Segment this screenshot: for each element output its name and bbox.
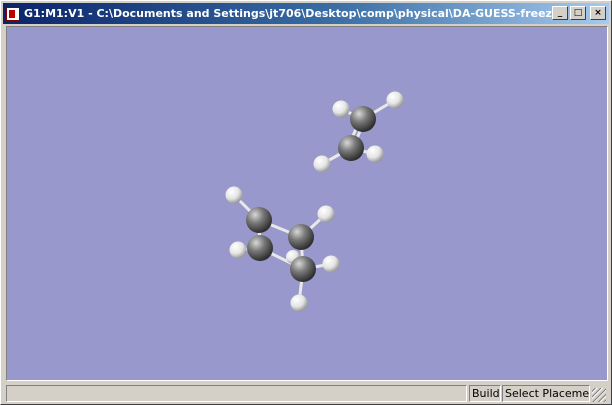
resize-grip-icon[interactable] bbox=[592, 388, 606, 402]
status-bar: Build Select Placement bbox=[6, 385, 608, 402]
maximize-button[interactable]: □ bbox=[570, 6, 586, 20]
hydrogen-atom[interactable] bbox=[366, 145, 384, 163]
carbon-atom[interactable] bbox=[247, 235, 273, 261]
hydrogen-atom[interactable] bbox=[225, 186, 243, 204]
close-button[interactable]: × bbox=[590, 6, 606, 20]
carbon-atom[interactable] bbox=[246, 207, 272, 233]
carbon-atom[interactable] bbox=[350, 106, 376, 132]
app-icon[interactable] bbox=[6, 6, 20, 21]
carbon-atom[interactable] bbox=[290, 256, 316, 282]
minimize-button[interactable]: _ bbox=[552, 6, 568, 20]
carbon-atom[interactable] bbox=[338, 135, 364, 161]
status-action: Select Placement bbox=[502, 385, 590, 402]
molecule-canvas[interactable] bbox=[7, 27, 607, 380]
title-bar[interactable]: G1:M1:V1 - C:\Documents and Settings\jt7… bbox=[3, 3, 609, 24]
carbon-atom[interactable] bbox=[288, 224, 314, 250]
hydrogen-atom[interactable] bbox=[313, 155, 331, 173]
molecule-viewport[interactable] bbox=[6, 26, 608, 381]
gaussview-window: G1:M1:V1 - C:\Documents and Settings\jt7… bbox=[0, 0, 612, 405]
window-title: G1:M1:V1 - C:\Documents and Settings\jt7… bbox=[24, 7, 564, 20]
hydrogen-atom[interactable] bbox=[229, 241, 247, 259]
hydrogen-atom[interactable] bbox=[317, 205, 335, 223]
status-message bbox=[6, 385, 467, 402]
window-controls: _ □ × bbox=[552, 6, 606, 20]
hydrogen-atom[interactable] bbox=[332, 100, 350, 118]
hydrogen-atom[interactable] bbox=[386, 91, 404, 109]
hydrogen-atom[interactable] bbox=[322, 255, 340, 273]
hydrogen-atom[interactable] bbox=[290, 294, 308, 312]
status-mode: Build bbox=[469, 385, 501, 402]
